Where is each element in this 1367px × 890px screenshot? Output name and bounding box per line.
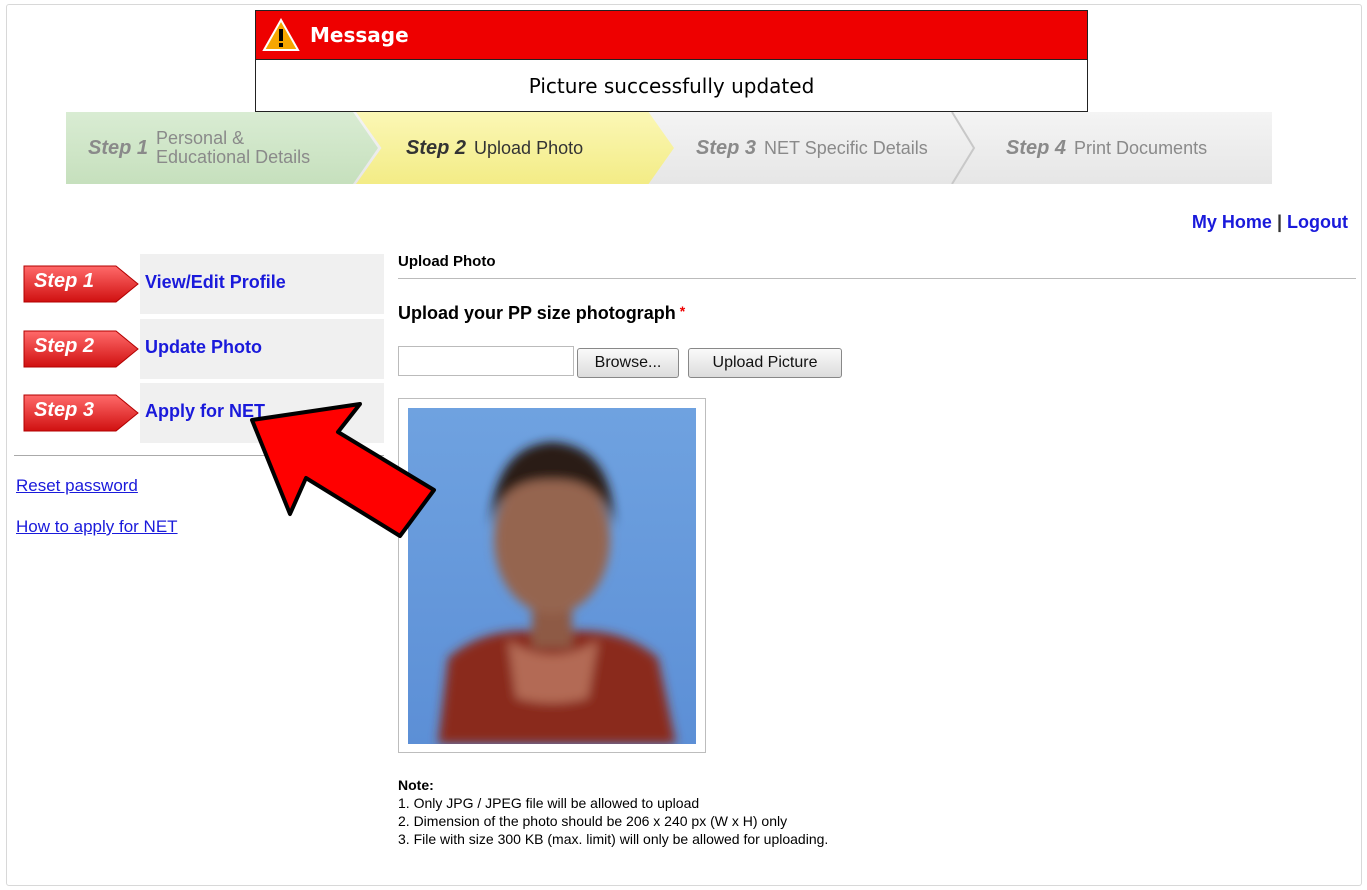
- wizard-step-label: Personal & Educational Details: [156, 128, 311, 167]
- wizard-step-number: Step 3: [696, 136, 757, 159]
- wizard-step-number: Step 2: [406, 136, 467, 159]
- wizard-step-3: Step 3 NET Specific Details: [696, 112, 1006, 184]
- note-item: 3. File with size 300 KB (max. limit) wi…: [398, 831, 829, 847]
- wizard-step-label: Upload Photo: [474, 137, 584, 158]
- top-links: My Home | Logout: [1192, 212, 1348, 233]
- file-path-input[interactable]: [398, 346, 574, 376]
- sidebar-step-2[interactable]: Step 2 Update Photo: [22, 319, 384, 379]
- note-item: 1. Only JPG / JPEG file will be allowed …: [398, 795, 700, 811]
- wizard-step-number: Step 4: [1006, 136, 1067, 159]
- required-marker: *: [679, 303, 686, 319]
- wizard-step-1: Step 1 Personal & Educational Details: [66, 112, 378, 184]
- wizard-step-2: Step 2 Upload Photo: [356, 112, 674, 184]
- message-text: Picture successfully updated: [256, 59, 1087, 112]
- annotation-arrow-icon: [250, 402, 436, 538]
- section-title: Upload Photo: [398, 253, 496, 270]
- wizard-step-label: Print Documents: [1074, 137, 1208, 158]
- message-box: Message Picture successfully updated: [255, 10, 1088, 112]
- note-item: 2. Dimension of the photo should be 206 …: [398, 813, 788, 829]
- upload-picture-button[interactable]: Upload Picture: [688, 348, 842, 378]
- wizard-step-4: Step 4 Print Documents: [1006, 112, 1276, 184]
- warning-icon: [262, 18, 300, 51]
- reset-password-link[interactable]: Reset password: [16, 476, 138, 496]
- step-badge-label: Step 2: [34, 335, 95, 357]
- wizard-step-label: NET Specific Details: [764, 137, 928, 158]
- message-header: Message: [256, 11, 1087, 59]
- message-title: Message: [310, 23, 409, 47]
- view-edit-profile-link[interactable]: View/Edit Profile: [145, 272, 286, 293]
- photo-field-label: Upload your PP size photograph *: [398, 303, 686, 323]
- wizard-progress: Step 1 Personal & Educational Details Ste…: [66, 112, 1272, 184]
- wizard-step-number: Step 1: [88, 136, 149, 159]
- browse-button[interactable]: Browse...: [577, 348, 679, 378]
- upload-notes: Note: 1. Only JPG / JPEG file will be al…: [398, 776, 828, 848]
- photo-preview: [398, 398, 706, 753]
- update-photo-link[interactable]: Update Photo: [145, 337, 262, 358]
- uploaded-photo-image: [408, 408, 696, 744]
- logout-link[interactable]: Logout: [1287, 212, 1348, 232]
- section-divider: [398, 278, 1356, 279]
- how-to-apply-link[interactable]: How to apply for NET: [16, 517, 178, 537]
- step-badge-label: Step 1: [34, 270, 95, 292]
- top-links-separator: |: [1276, 212, 1282, 232]
- sidebar-step-1[interactable]: Step 1 View/Edit Profile: [22, 254, 384, 314]
- notes-title: Note:: [398, 777, 434, 793]
- step-badge-label: Step 3: [34, 399, 95, 421]
- my-home-link[interactable]: My Home: [1192, 212, 1272, 232]
